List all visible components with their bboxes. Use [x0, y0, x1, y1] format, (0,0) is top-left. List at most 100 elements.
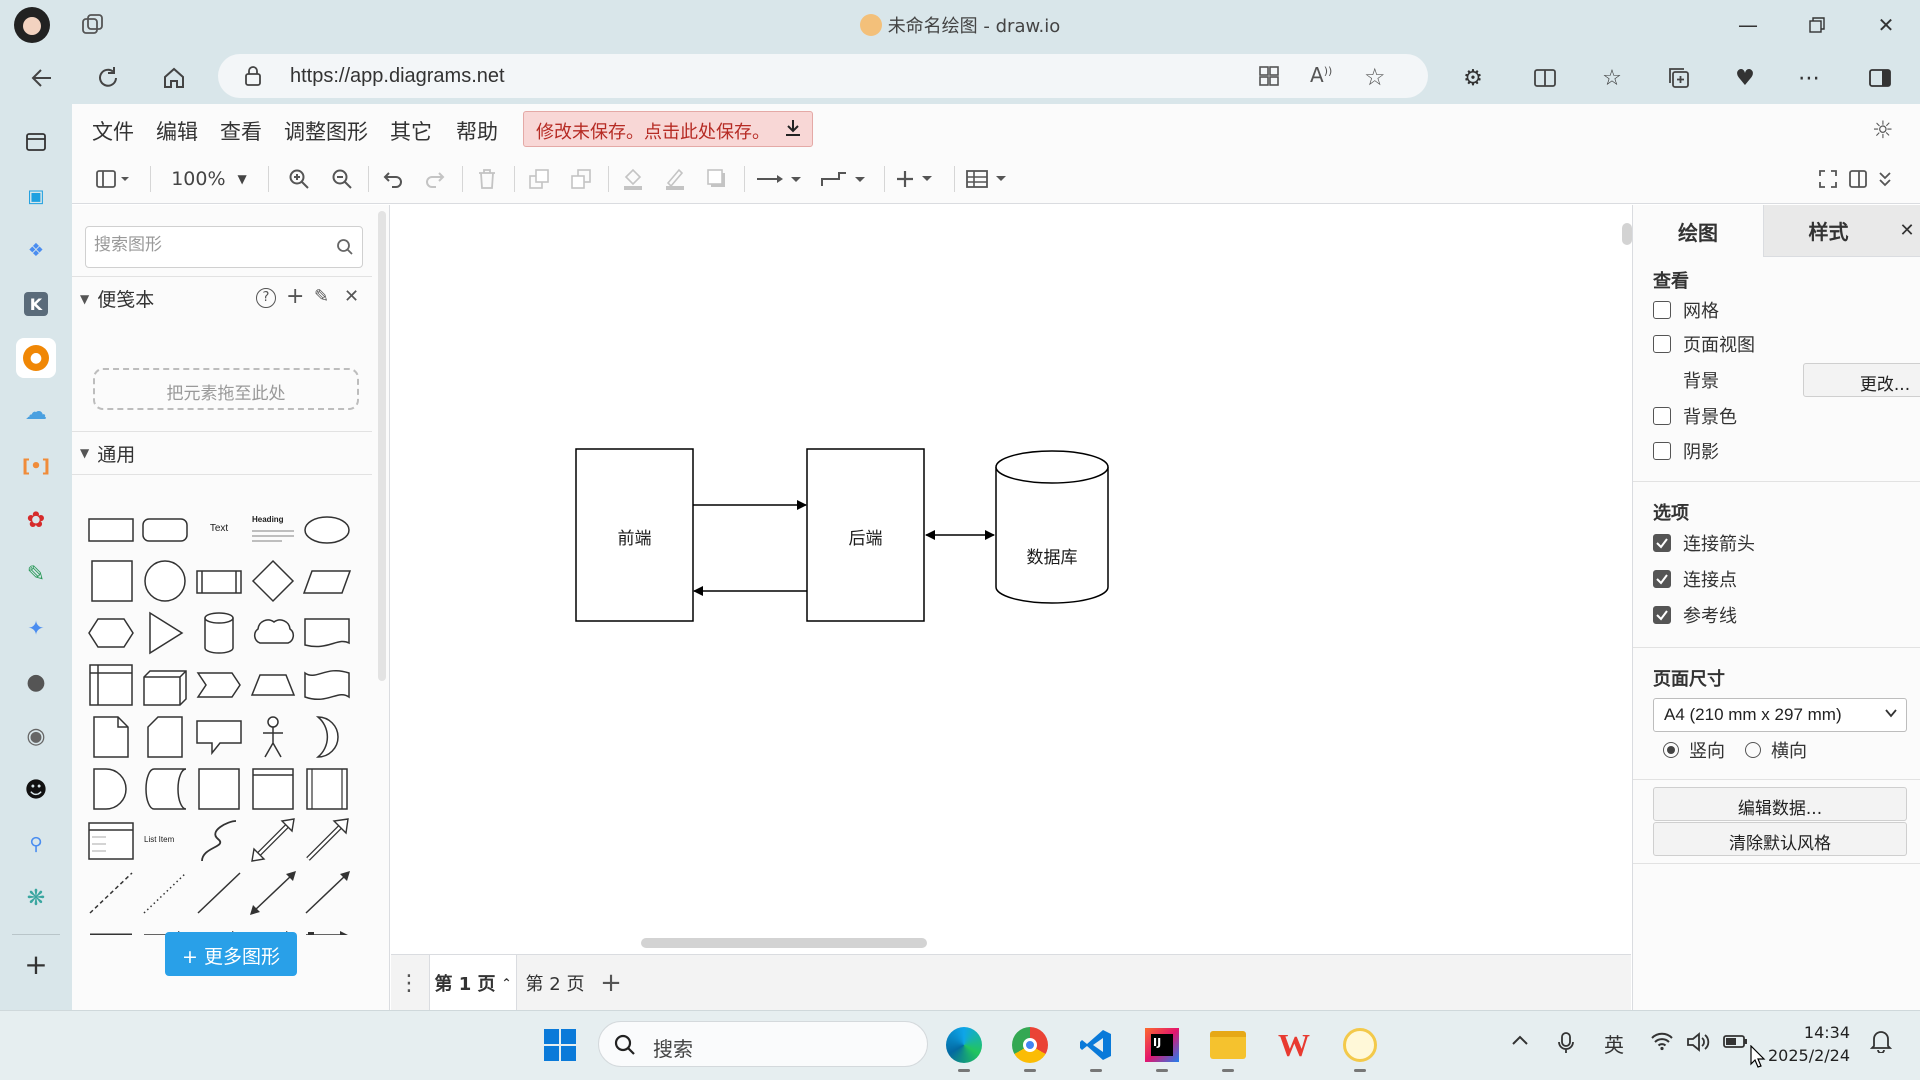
shape-bidirectional-arrow[interactable] — [248, 817, 298, 865]
edit-pencil-icon[interactable]: ✎ — [314, 286, 329, 307]
shape-dotted-line[interactable] — [140, 869, 190, 917]
refresh-icon[interactable] — [92, 62, 124, 94]
app-available-icon[interactable] — [1258, 65, 1280, 87]
ime-indicator[interactable]: 英 — [1604, 1029, 1624, 1058]
page-tab-1[interactable]: 第 1 页 ⌃ — [429, 955, 517, 1011]
menu-extras[interactable]: 其它 — [390, 116, 432, 146]
clock[interactable]: 14:34 2025/2/24 — [1768, 1021, 1850, 1067]
cloud-icon[interactable]: ☁ — [16, 392, 56, 432]
theme-sun-icon[interactable]: ☼ — [1872, 116, 1894, 144]
sidebar-search-icon[interactable]: ⚲ — [16, 824, 56, 864]
app-k-icon[interactable]: K — [16, 284, 56, 324]
windows-start-icon[interactable] — [540, 1025, 580, 1065]
shape-data-storage[interactable] — [140, 765, 190, 813]
delete-icon[interactable] — [472, 166, 502, 192]
shape-tape[interactable] — [302, 661, 352, 709]
shape-delay[interactable] — [86, 765, 136, 813]
notes-icon[interactable]: ✎ — [16, 554, 56, 594]
to-front-icon[interactable] — [524, 166, 554, 192]
battery-icon[interactable] — [1722, 1031, 1750, 1051]
menu-view[interactable]: 查看 — [220, 116, 262, 146]
shape-cylinder[interactable] — [194, 609, 244, 657]
portrait-radio[interactable]: 竖向 — [1663, 737, 1725, 763]
shadow-icon[interactable] — [702, 166, 732, 192]
shadow-checkbox-box[interactable] — [1653, 442, 1671, 460]
extensions-icon[interactable]: ⚙ — [1457, 62, 1489, 94]
fullscreen-icon[interactable] — [1816, 166, 1840, 192]
shadow-checkbox[interactable]: 阴影 — [1653, 438, 1719, 464]
planet-icon[interactable]: ● — [16, 662, 56, 702]
qq-icon[interactable]: ☻ — [16, 770, 56, 810]
shape-hexagon[interactable] — [86, 609, 136, 657]
shape-list[interactable] — [86, 817, 136, 865]
diagram-canvas[interactable]: 前端 后端 数据库 — [391, 205, 1632, 948]
shape-ellipse[interactable] — [302, 505, 352, 553]
shape-thick-link[interactable] — [86, 919, 136, 935]
background-color-checkbox-box[interactable] — [1653, 407, 1671, 425]
shape-curve[interactable] — [194, 817, 244, 865]
help-icon[interactable]: ? — [256, 288, 276, 308]
lock-icon[interactable] — [244, 66, 262, 86]
taskbar-search[interactable]: 搜索 — [598, 1021, 928, 1067]
shape-rectangle[interactable] — [86, 505, 136, 553]
connection-arrows-checkbox[interactable]: 连接箭头 — [1653, 530, 1755, 556]
shape-panel-scrollbar[interactable] — [378, 211, 386, 681]
shape-process[interactable] — [194, 557, 244, 605]
back-icon[interactable] — [26, 62, 58, 94]
scratchpad-dropzone[interactable]: 把元素拖至此处 — [93, 368, 359, 410]
add-page-icon[interactable]: + — [597, 955, 625, 1011]
shape-bidirectional-connector[interactable] — [248, 869, 298, 917]
shape-line[interactable] — [194, 869, 244, 917]
to-back-icon[interactable] — [566, 166, 596, 192]
shape-triangle[interactable] — [140, 609, 190, 657]
shape-vertical-container[interactable] — [302, 765, 352, 813]
landscape-radio-dot[interactable] — [1745, 742, 1761, 758]
close-window-button[interactable]: ✕ — [1866, 10, 1906, 40]
line-color-icon[interactable] — [660, 166, 690, 192]
search-icon[interactable] — [336, 238, 354, 256]
split-screen-icon[interactable] — [1529, 62, 1561, 94]
restore-button[interactable] — [1797, 10, 1837, 40]
wps-taskbar-icon[interactable]: W — [1274, 1025, 1314, 1065]
shape-cube[interactable] — [140, 661, 190, 709]
shape-text[interactable]: Text — [194, 505, 244, 553]
file-explorer-taskbar-icon[interactable] — [1208, 1025, 1248, 1065]
shape-card[interactable] — [140, 713, 190, 761]
bird-icon[interactable]: ✦ — [16, 608, 56, 648]
show-hidden-icons-icon[interactable] — [1510, 1031, 1530, 1051]
add-icon[interactable]: + — [286, 284, 304, 309]
page-tab-2[interactable]: 第 2 页 — [521, 955, 589, 1011]
shape-step[interactable] — [194, 661, 244, 709]
menu-edit[interactable]: 编辑 — [156, 116, 198, 146]
volume-icon[interactable] — [1686, 1031, 1710, 1053]
unsaved-changes-button[interactable]: 修改未保存。点击此处保存。 — [523, 111, 813, 147]
browser-essentials-icon[interactable]: ♥ — [1729, 62, 1761, 94]
redo-icon[interactable] — [420, 166, 450, 192]
guides-checkbox-box[interactable] — [1653, 606, 1671, 624]
shape-container[interactable] — [194, 765, 244, 813]
edge-taskbar-icon[interactable] — [944, 1025, 984, 1065]
page-size-select[interactable]: A4 (210 mm x 297 mm) — [1653, 698, 1907, 732]
shape-internal-storage[interactable] — [86, 661, 136, 709]
app-blue-icon[interactable]: ❖ — [16, 230, 56, 270]
background-color-checkbox[interactable]: 背景色 — [1653, 403, 1737, 429]
vscode-taskbar-icon[interactable] — [1076, 1025, 1116, 1065]
tab-style[interactable]: 样式 — [1763, 205, 1893, 257]
shape-search-input[interactable] — [94, 235, 324, 255]
tab-diagram[interactable]: 绘图 — [1633, 205, 1763, 257]
shape-document[interactable] — [302, 609, 352, 657]
page-menu-icon[interactable]: ⋮ — [391, 955, 427, 1011]
zoom-out-icon[interactable] — [327, 166, 357, 192]
zoom-in-icon[interactable] — [284, 166, 314, 192]
guides-checkbox[interactable]: 参考线 — [1653, 602, 1737, 628]
collapse-toolbar-icon[interactable] — [1874, 166, 1896, 192]
favorite-star-icon[interactable]: ☆ — [1364, 63, 1386, 91]
shape-note[interactable] — [86, 713, 136, 761]
insert-icon[interactable] — [894, 166, 942, 192]
read-aloud-icon[interactable]: A)) — [1310, 63, 1332, 87]
chrome-taskbar-icon[interactable] — [1010, 1025, 1050, 1065]
shape-swimlane[interactable] — [248, 765, 298, 813]
add-sidebar-app-icon[interactable]: + — [16, 944, 56, 984]
portrait-radio-dot[interactable] — [1663, 742, 1679, 758]
shape-search[interactable] — [85, 226, 363, 268]
